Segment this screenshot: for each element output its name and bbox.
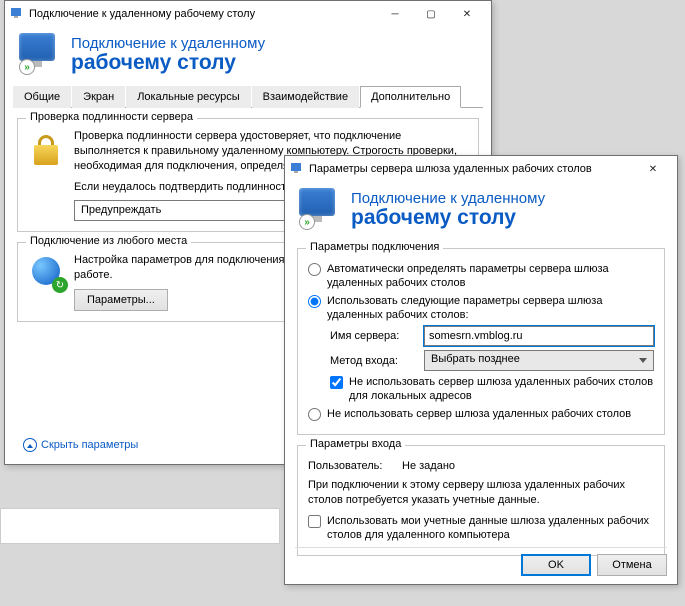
username-value: Не задано: [402, 460, 455, 472]
tab-experience[interactable]: Взаимодействие: [252, 86, 359, 108]
titlebar[interactable]: Параметры сервера шлюза удаленных рабочи…: [285, 156, 677, 182]
share-credentials-checkbox[interactable]: [308, 515, 321, 528]
group-legend: Параметры входа: [306, 438, 405, 450]
banner-line2: рабочему столу: [71, 52, 265, 73]
group-login-params: Параметры входа Пользователь: Не задано …: [297, 445, 665, 556]
maximize-button[interactable]: ▢: [413, 4, 449, 24]
globe-icon: ↻: [28, 253, 66, 291]
hide-options-label: Скрыть параметры: [41, 439, 138, 451]
lock-icon: [28, 131, 66, 169]
banner-line2: рабочему столу: [351, 207, 545, 228]
dialog-button-bar: OK Отмена: [295, 547, 667, 576]
group-connection-params: Параметры подключения Автоматически опре…: [297, 248, 665, 435]
rdp-icon: [291, 163, 303, 175]
bypass-local-label: Не использовать сервер шлюза удаленных р…: [349, 375, 654, 404]
group-legend: Параметры подключения: [306, 241, 443, 253]
group-legend: Подключение из любого места: [26, 235, 191, 247]
gateway-settings-window: Параметры сервера шлюза удаленных рабочи…: [284, 155, 678, 585]
banner: Подключение к удаленному рабочему столу: [285, 182, 677, 240]
window-title: Подключение к удаленному рабочему столу: [29, 8, 377, 20]
rdp-monitor-icon: [19, 33, 61, 75]
background-window-fragment: [0, 508, 280, 544]
username-label: Пользователь:: [308, 460, 402, 472]
logon-method-select[interactable]: Выбрать позднее: [424, 350, 654, 371]
tab-local-resources[interactable]: Локальные ресурсы: [126, 86, 250, 108]
close-button[interactable]: ✕: [635, 159, 671, 179]
share-credentials-label: Использовать мои учетные данные шлюза уд…: [327, 514, 654, 543]
server-name-input[interactable]: [424, 326, 654, 346]
radio-use-settings-label: Использовать следующие параметры сервера…: [327, 294, 654, 323]
rdp-icon: [11, 8, 23, 20]
group-legend: Проверка подлинности сервера: [26, 111, 197, 123]
tab-display[interactable]: Экран: [72, 86, 125, 108]
tabstrip: Общие Экран Локальные ресурсы Взаимодейс…: [13, 85, 483, 108]
radio-auto-detect-label: Автоматически определять параметры серве…: [327, 262, 654, 291]
tab-general[interactable]: Общие: [13, 86, 71, 108]
radio-no-gateway-label: Не использовать сервер шлюза удаленных р…: [327, 407, 654, 421]
cancel-button[interactable]: Отмена: [597, 554, 667, 576]
window-title: Параметры сервера шлюза удаленных рабочи…: [309, 163, 635, 175]
titlebar[interactable]: Подключение к удаленному рабочему столу …: [5, 1, 491, 27]
banner: Подключение к удаленному рабочему столу: [5, 27, 491, 85]
gateway-settings-button[interactable]: Параметры...: [74, 289, 168, 311]
radio-auto-detect[interactable]: [308, 263, 321, 276]
ok-button[interactable]: OK: [521, 554, 591, 576]
rdp-monitor-icon: [299, 188, 341, 230]
login-info-text: При подключении к этому серверу шлюза уд…: [308, 478, 654, 508]
minimize-button[interactable]: ─: [377, 4, 413, 24]
logon-method-label: Метод входа:: [330, 355, 424, 367]
tab-advanced[interactable]: Дополнительно: [360, 86, 461, 108]
bypass-local-checkbox[interactable]: [330, 376, 343, 389]
server-name-label: Имя сервера:: [330, 330, 424, 342]
radio-use-settings[interactable]: [308, 295, 321, 308]
hide-options-link[interactable]: Скрыть параметры: [23, 438, 138, 452]
banner-line1: Подключение к удаленному: [351, 190, 545, 207]
chevron-up-icon: [23, 438, 37, 452]
close-button[interactable]: ✕: [449, 4, 485, 24]
radio-no-gateway[interactable]: [308, 408, 321, 421]
banner-line1: Подключение к удаленному: [71, 35, 265, 52]
